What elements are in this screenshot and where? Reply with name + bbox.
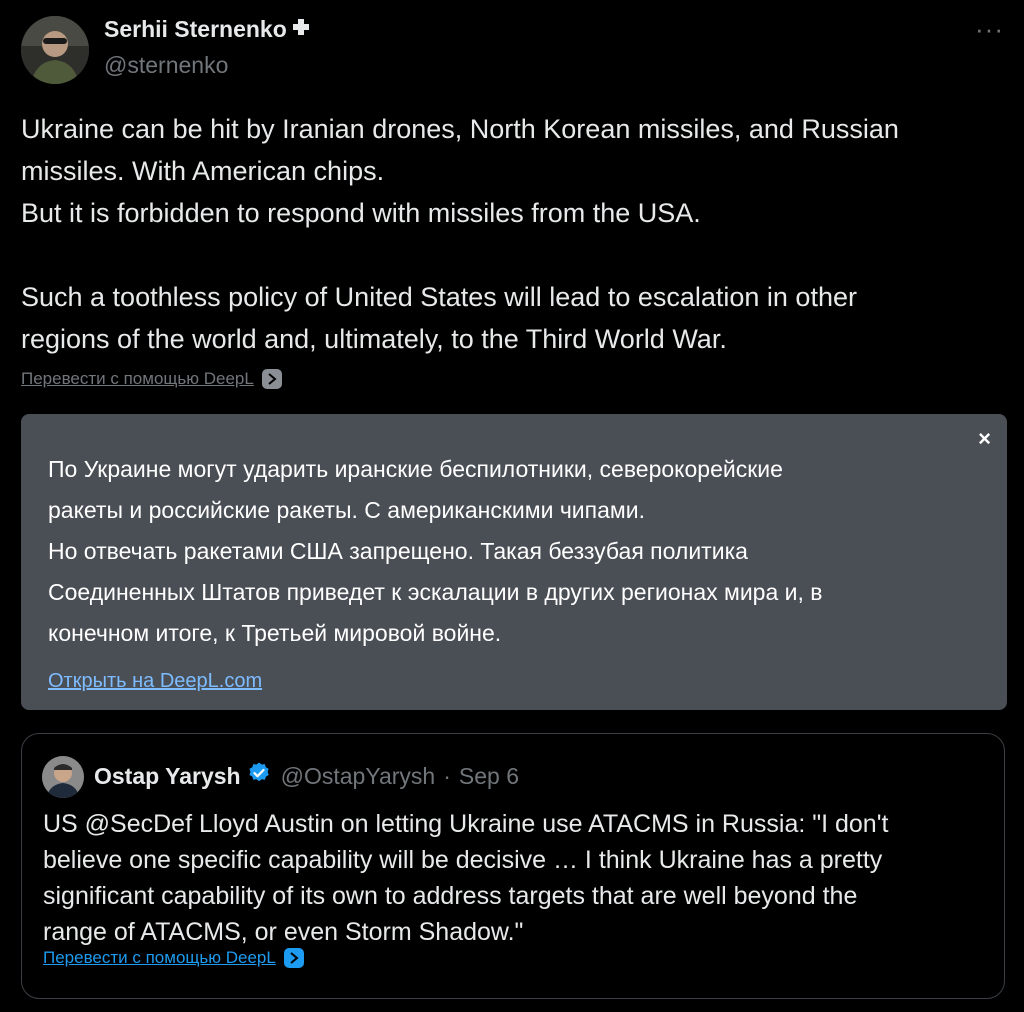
close-icon[interactable]: ×	[978, 426, 991, 452]
open-deepl-link[interactable]: Открыть на DeepL.com	[48, 670, 262, 693]
quote-line: believe one specific capability will be …	[43, 846, 883, 874]
tweet-text: Ukraine can be hit by Iranian drones, No…	[21, 108, 1006, 360]
translation-line: Соединенных Штатов приведет к эскалации …	[48, 579, 823, 605]
deepl-icon	[283, 948, 304, 968]
more-options-button[interactable]: ···	[975, 14, 1004, 45]
verified-badge-icon	[247, 761, 271, 791]
quote-text: US @SecDef Lloyd Austin on letting Ukrai…	[43, 806, 983, 950]
quote-separator: ·	[443, 762, 451, 789]
translate-deepl-link[interactable]: Перевести с помощью DeepL	[21, 369, 282, 389]
tweet-line: But it is forbidden to respond with miss…	[21, 198, 701, 228]
quote-author-avatar[interactable]	[42, 756, 84, 798]
quote-line: US @SecDef Lloyd Austin on letting Ukrai…	[43, 810, 889, 838]
tweet-line: Such a toothless policy of United States…	[21, 282, 857, 312]
plus-badge-icon	[291, 16, 311, 43]
translation-line: Но отвечать ракетами США запрещено. Така…	[48, 538, 748, 564]
quote-line: range of ATACMS, or even Storm Shadow."	[43, 918, 524, 946]
quote-line: significant capability of its own to add…	[43, 882, 858, 910]
tweet: Serhii Sternenko @sternenko ··· Ukraine …	[0, 0, 1024, 1012]
translation-line: конечном итоге, к Третьей мировой войне.	[48, 620, 502, 646]
translate-label: Перевести с помощью DeepL	[21, 369, 254, 388]
quote-translate-deepl-link[interactable]: Перевести с помощью DeepL	[43, 948, 304, 968]
quoted-tweet[interactable]: Ostap Yarysh @OstapYarysh · Sep 6 US @Se…	[21, 733, 1005, 999]
translation-text: По Украине могут ударить иранские беспил…	[48, 449, 968, 654]
quote-translate-label: Перевести с помощью DeepL	[43, 948, 276, 967]
author-name[interactable]: Serhii Sternenko	[104, 16, 311, 43]
tweet-line: missiles. With American chips.	[21, 156, 385, 186]
deepl-icon	[261, 369, 282, 389]
author-name-text: Serhii Sternenko	[104, 16, 287, 42]
tweet-line: regions of the world and, ultimately, to…	[21, 324, 727, 354]
tweet-line: Ukraine can be hit by Iranian drones, No…	[21, 114, 899, 144]
translation-panel: × По Украине могут ударить иранские бесп…	[21, 414, 1007, 710]
quote-date[interactable]: Sep 6	[459, 763, 519, 790]
quote-author-handle[interactable]: @OstapYarysh	[281, 763, 436, 790]
author-avatar[interactable]	[21, 16, 89, 84]
quote-header: Ostap Yarysh @OstapYarysh · Sep 6	[94, 761, 519, 791]
author-handle[interactable]: @sternenko	[104, 52, 228, 79]
translation-line: ракеты и российские ракеты. С американск…	[48, 497, 645, 523]
translation-line: По Украине могут ударить иранские беспил…	[48, 456, 783, 482]
quote-author-name[interactable]: Ostap Yarysh	[94, 763, 241, 790]
